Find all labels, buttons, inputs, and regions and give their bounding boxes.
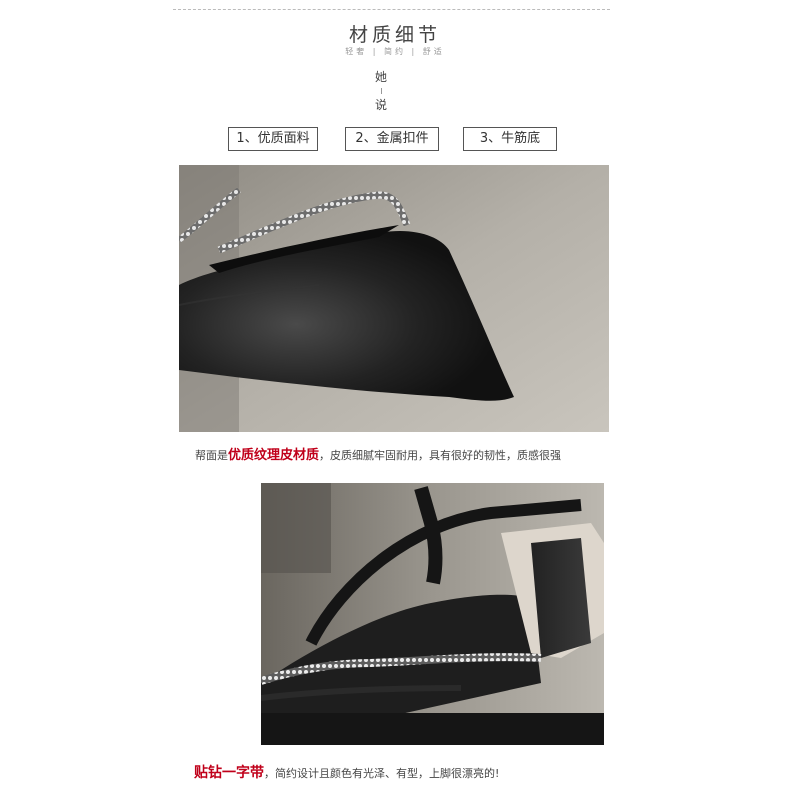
tag-metal-buckle: 2、金属扣件 [345,127,439,151]
vertical-text-she: 她 [375,70,388,84]
tag-fabric: 1、优质面料 [228,127,318,151]
section1-caption: 帮面是优质纹理皮材质，皮质细腻牢固耐用，具有很好的韧性，质感很强 [195,444,561,463]
shoe-strap-photo [261,483,604,745]
section-title: 材质细节 [348,24,441,46]
caption2-highlight: 贴钻一字带 [194,765,264,781]
caption1-suffix: ，皮质细腻牢固耐用，具有很好的韧性，质感很强 [319,449,562,462]
caption1-highlight: 优质纹理皮材质 [228,448,320,463]
top-dotted-divider [173,9,610,10]
caption1-prefix: 帮面是 [195,449,228,462]
section2-caption: 贴钻一字带，简约设计且颜色有光泽、有型，上脚很漂亮的! [194,762,499,782]
section-subtitle: 轻奢 | 简约 | 舒适 [345,47,445,56]
shoe-toe-photo [179,165,609,432]
caption2-suffix: ，简约设计且颜色有光泽、有型，上脚很漂亮的! [264,767,500,780]
vertical-text-say: 说 [375,98,388,112]
tag-sole: 3、牛筋底 [463,127,557,151]
vertical-divider [381,88,382,94]
